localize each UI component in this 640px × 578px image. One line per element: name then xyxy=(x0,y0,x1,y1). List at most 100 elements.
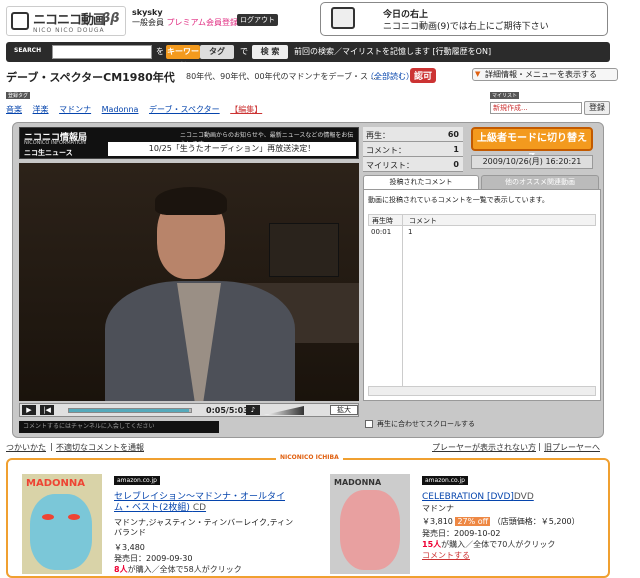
seek-bar[interactable] xyxy=(68,408,192,413)
mylist-count: 0 xyxy=(453,160,459,169)
album-cover[interactable]: MADONNA xyxy=(22,474,102,574)
volume-slider[interactable] xyxy=(264,406,304,415)
user-info: skysky 一般会員 プレミアム会員登録へ xyxy=(132,8,246,28)
product-media: DVD xyxy=(513,492,534,502)
mylist-register-button[interactable]: 登録 xyxy=(584,101,610,115)
autoscroll-label: 再生に合わせてスクロールする xyxy=(377,420,475,428)
cover-face xyxy=(30,494,92,570)
list-price: （店頭価格：￥5,200） xyxy=(492,517,580,526)
product-title-link[interactable]: CELEBRATION [DVD]DVD xyxy=(422,492,602,503)
stats-panel: 再生： 60 コメント： 1 マイリスト： 0 xyxy=(363,127,463,173)
time-current: 0:05/ xyxy=(206,406,229,415)
username: skysky xyxy=(132,8,163,17)
mylist-label: マイリスト xyxy=(490,92,520,99)
tag-item[interactable]: 洋楽 xyxy=(33,105,49,114)
product-price: ￥3,810 xyxy=(422,517,453,526)
premium-link[interactable]: プレミアム会員登録へ xyxy=(167,18,246,27)
member-type: 一般会員 xyxy=(132,18,164,27)
mylist-select[interactable]: 新規作成... xyxy=(490,102,582,114)
time-display: 0:05/5:03 xyxy=(206,406,249,415)
comments-label: コメント： xyxy=(366,146,406,155)
site-header: ニコニコ動画 NICO NICO DOUGA ββ skysky 一般会員 プレ… xyxy=(0,0,640,40)
autoscroll-option[interactable]: 再生に合わせてスクロールする xyxy=(365,419,475,429)
tv-logo-icon xyxy=(11,12,29,30)
row-comment: 1 xyxy=(408,228,413,236)
logo-text: ニコニコ動画 xyxy=(33,13,106,28)
tab-related-videos[interactable]: 他のオススメ関連動画 xyxy=(481,175,599,189)
column-divider xyxy=(402,214,403,394)
read-all-link[interactable]: （全部読む） xyxy=(366,71,414,82)
cover-title: MADONNA xyxy=(334,478,382,487)
video-player: ニコニコ情報局 NICONICO INFORMATION ニコ生ニュース ニコニ… xyxy=(12,122,604,438)
info-headline[interactable]: 10/25「生うたオーディション」再放送決定！ xyxy=(108,142,356,156)
purchase-stats: 15人が購入／全体で70人がクリック xyxy=(422,539,555,550)
player-issue-link[interactable]: プレーヤーが表示されない方 xyxy=(432,442,536,453)
info-brand-sub: NICONICO INFORMATION xyxy=(24,140,86,146)
news-badge: ニコ生ニュース xyxy=(24,149,73,157)
link-separator: | xyxy=(538,442,541,451)
logout-button[interactable]: ログアウト xyxy=(237,14,278,26)
product-artist: マドンナ xyxy=(422,504,454,513)
advanced-mode-button[interactable]: 上級者モードに切り替える xyxy=(471,127,593,164)
video-description: 80年代、90年代、00年代のマドンナをデーブ・ス ... xyxy=(186,72,379,81)
ichiba-label: NICONICO ICHIBA xyxy=(276,454,343,461)
tag-search-tab[interactable]: タグ xyxy=(200,45,234,59)
search-label: SEARCH xyxy=(14,47,42,54)
comment-list-panel: 動画に投稿されているコメントを一覧で表示しています。 再生時 コメント 00:0… xyxy=(363,189,601,401)
comment-link[interactable]: コメントする xyxy=(422,550,470,561)
purchase-stats: 8人が購入／全体で58人がクリック xyxy=(114,564,242,575)
click-count: が購入／全体で58人がクリック xyxy=(127,565,242,574)
player-links: つかいかた | 不適切なコメントを通報 プレーヤーが表示されない方 | 旧プレー… xyxy=(6,442,636,454)
horizontal-scrollbar[interactable] xyxy=(368,386,596,396)
post-datetime: 2009/10/26(月) 16:20:21 xyxy=(471,155,593,169)
howto-link[interactable]: つかいかた xyxy=(6,442,46,453)
seek-progress xyxy=(69,409,189,412)
link-separator: | xyxy=(50,442,53,451)
tab-posted-comments[interactable]: 投稿されたコメント xyxy=(363,175,479,189)
search-button[interactable]: 検 索 xyxy=(252,45,288,59)
tag-item[interactable]: デーブ・スペクター xyxy=(149,105,220,114)
amazon-badge: amazon.co.jp xyxy=(422,476,468,485)
old-player-link[interactable]: 旧プレーヤーへ xyxy=(544,442,600,453)
notice-text: ニコニコ動画(9)では右上にご期待下さい xyxy=(383,22,549,32)
search-input[interactable] xyxy=(52,45,152,59)
studio-speaker xyxy=(269,223,339,277)
product-title: CELEBRATION [DVD] xyxy=(422,492,514,502)
product-artist: マドンナ,ジャスティン・ティンバーレイク,ティンバランド xyxy=(114,518,294,537)
channel-join-link[interactable]: コメントするにはチャンネルに入会してください xyxy=(19,421,219,433)
rewind-icon[interactable]: |◀ xyxy=(40,405,54,415)
volume-icon[interactable]: ♪ xyxy=(246,405,260,415)
search-particle-wo: を xyxy=(156,47,164,56)
col-playtime: 再生時 xyxy=(372,217,393,225)
remember-search-link[interactable]: 前回の検索／マイリストを記憶します [行動履歴をON] xyxy=(294,46,491,57)
search-particle-de: で xyxy=(240,47,248,56)
release-date: 発売日：2009-10-02 xyxy=(422,529,501,538)
cover-title: MADONNA xyxy=(26,478,85,489)
cover-face xyxy=(340,490,400,570)
tag-item[interactable]: 音楽 xyxy=(6,105,22,114)
amazon-badge: amazon.co.jp xyxy=(114,476,160,485)
dvd-cover[interactable]: MADONNA xyxy=(330,474,410,574)
table-row[interactable]: 00:01 1 xyxy=(368,227,596,239)
tv-mascot-icon xyxy=(331,7,355,29)
site-logo[interactable]: ニコニコ動画 NICO NICO DOUGA ββ xyxy=(6,6,126,36)
tag-edit-link[interactable]: 【編集】 xyxy=(230,105,262,114)
detail-menu-button[interactable]: 詳細情報・メニューを表示する xyxy=(472,68,618,81)
comment-panel-description: 動画に投稿されているコメントを一覧で表示しています。 xyxy=(368,196,549,204)
keyword-search-tab[interactable]: キーワード xyxy=(166,45,200,70)
play-icon[interactable]: ▶ xyxy=(22,405,36,415)
video-screen[interactable] xyxy=(19,163,359,401)
comments-stat: コメント： 1 xyxy=(363,142,463,157)
report-comment-link[interactable]: 不適切なコメントを通報 xyxy=(56,442,144,453)
tag-item[interactable]: Madonna xyxy=(102,105,139,114)
tag-item[interactable]: マドンナ xyxy=(59,105,91,114)
product-title-link[interactable]: セレブレイション～マドンナ・オールタイム・ベスト(2枚組) CD xyxy=(114,492,294,514)
autoscroll-checkbox[interactable] xyxy=(365,420,373,428)
col-comment: コメント xyxy=(409,217,437,225)
notice-box: 今日の右上 ニコニコ動画(9)では右上にご期待下さい xyxy=(320,2,608,36)
zoom-button[interactable]: 拡大 xyxy=(330,405,358,415)
comments-count: 1 xyxy=(453,145,459,154)
cover-eye xyxy=(68,514,80,520)
niconico-ichiba: NICONICO ICHIBA MADONNA amazon.co.jp セレブ… xyxy=(6,454,610,578)
presenter-hair xyxy=(155,187,227,215)
